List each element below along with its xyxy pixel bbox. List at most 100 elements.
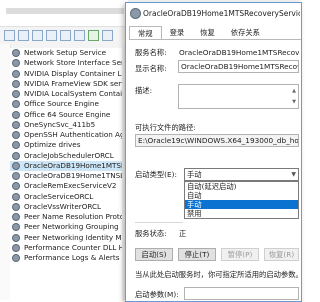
tab-dependencies[interactable]: 依存关系 bbox=[223, 26, 268, 39]
service-properties-dialog: OracleOraDB19Home1MTSRecoveryService 的属性… bbox=[125, 2, 302, 302]
service-name-label: 服务名称: bbox=[135, 48, 167, 57]
start-params-hint: 当从此处启动服务时，你可指定所适用的启动参数。 bbox=[135, 270, 299, 279]
service-name: Network Setup Service bbox=[24, 48, 107, 57]
resume-button[interactable]: 恢复(R) bbox=[264, 248, 299, 261]
list-item[interactable]: NVIDIA Display Container LS bbox=[10, 69, 128, 79]
description-field[interactable]: ▲ ▼ bbox=[178, 84, 299, 109]
service-gear-icon bbox=[12, 161, 20, 170]
service-gear-icon bbox=[12, 151, 20, 160]
service-gear-icon bbox=[12, 213, 20, 222]
list-item[interactable]: Performance Logs & Alerts bbox=[10, 253, 128, 263]
service-status-value: 正 bbox=[179, 229, 187, 238]
services-list: Network Setup Service Network Store Inter… bbox=[10, 48, 128, 300]
start-button[interactable]: 启动(S) bbox=[135, 248, 173, 261]
startup-option-auto-delayed[interactable]: 自动(延迟启动) bbox=[185, 182, 298, 191]
startup-option-manual[interactable]: 手动 bbox=[185, 200, 298, 209]
list-item[interactable]: Network Setup Service bbox=[10, 48, 128, 58]
start-params-field[interactable] bbox=[184, 287, 299, 300]
service-gear-icon bbox=[12, 120, 20, 129]
service-name: OpenSSH Authentication Agent bbox=[24, 130, 128, 139]
list-item[interactable]: Peer Name Resolution Protocol bbox=[10, 212, 128, 222]
service-gear-icon bbox=[12, 172, 20, 181]
service-name: Performance Counter DLL Host bbox=[24, 242, 128, 252]
service-gear-icon bbox=[12, 182, 20, 191]
dialog-tabs: 常规 登录 恢复 依存关系 bbox=[129, 26, 299, 40]
dialog-titlebar[interactable]: OracleOraDB19Home1MTSRecoveryService 的属性… bbox=[126, 3, 301, 24]
list-item[interactable]: OracleOraDB19Home1MTSRecove bbox=[10, 160, 128, 171]
list-item[interactable]: Performance Counter DLL Host bbox=[10, 243, 128, 253]
dialog-title: OracleOraDB19Home1MTSRecoveryService 的属性… bbox=[143, 9, 300, 18]
service-gear-icon bbox=[12, 141, 20, 150]
display-name-field[interactable]: OracleOraDB19Home1MTSRecoverySe bbox=[178, 60, 299, 73]
service-gear-icon bbox=[12, 223, 20, 232]
list-item[interactable]: OracleServiceORCL bbox=[10, 192, 128, 202]
startup-type-combo[interactable]: 手动 ▼ bbox=[184, 168, 299, 181]
service-name: Network Store Interface Service bbox=[24, 58, 128, 68]
service-gear-icon bbox=[12, 110, 20, 119]
service-gear-icon bbox=[12, 243, 20, 252]
start-service-icon[interactable] bbox=[88, 29, 99, 41]
list-item[interactable]: OpenSSH Authentication Agent bbox=[10, 130, 128, 140]
tab-recovery[interactable]: 恢复 bbox=[192, 26, 223, 39]
service-gear-icon bbox=[12, 131, 20, 140]
list-item[interactable]: Optimize drives bbox=[10, 140, 128, 150]
service-name: Office 64 Source Engine bbox=[24, 109, 111, 119]
service-name: OracleJobSchedulerORCL bbox=[24, 150, 114, 160]
refresh-icon[interactable] bbox=[46, 29, 57, 41]
service-name: Performance Logs & Alerts bbox=[24, 253, 120, 262]
exe-path-field[interactable]: E:\Oracle19c\WINDOWS.X64_193000_db_home\… bbox=[135, 134, 299, 147]
menubar-blurred-text bbox=[6, 8, 124, 14]
list-item[interactable]: Peer Networking Identity Manage bbox=[10, 233, 128, 243]
service-gear-icon bbox=[130, 8, 141, 19]
service-gear-icon bbox=[12, 192, 20, 201]
service-name-value: OracleOraDB19Home1MTSRecoveryService bbox=[179, 48, 299, 57]
list-item[interactable]: Office 64 Source Engine bbox=[10, 110, 128, 120]
services-menubar bbox=[0, 0, 128, 27]
list-item[interactable]: OneSyncSvc_411b5 bbox=[10, 120, 128, 130]
service-gear-icon bbox=[12, 90, 20, 99]
startup-option-disabled[interactable]: 禁用 bbox=[185, 209, 298, 218]
up-icon[interactable] bbox=[32, 29, 43, 41]
service-gear-icon bbox=[12, 100, 20, 109]
export-icon[interactable] bbox=[60, 29, 71, 41]
service-gear-icon bbox=[12, 69, 20, 78]
forward-icon[interactable] bbox=[18, 29, 29, 41]
list-item[interactable]: NVIDIA LocalSystem Container bbox=[10, 89, 128, 99]
service-name: OracleServiceORCL bbox=[24, 191, 94, 201]
service-status-label: 服务状态: bbox=[135, 229, 167, 238]
general-tab-panel: 服务名称: OracleOraDB19Home1MTSRecoveryServi… bbox=[129, 39, 301, 302]
tab-logon[interactable]: 登录 bbox=[162, 26, 193, 39]
services-toolbar bbox=[0, 27, 132, 43]
stop-service-icon[interactable] bbox=[102, 29, 113, 41]
service-gear-icon bbox=[12, 233, 20, 242]
startup-option-auto[interactable]: 自动 bbox=[185, 191, 298, 200]
service-name: NVIDIA FrameView SDK service bbox=[24, 78, 128, 88]
exe-path-label: 可执行文件的路径: bbox=[135, 123, 196, 132]
service-name: Peer Name Resolution Protocol bbox=[24, 212, 128, 221]
service-name: OracleOraDB19Home1TNSListene bbox=[24, 171, 128, 180]
list-item[interactable]: Network Store Interface Service bbox=[10, 58, 128, 68]
help-icon[interactable] bbox=[74, 29, 85, 41]
service-name: OracleOraDB19Home1MTSRecove bbox=[24, 160, 128, 170]
service-name: OracleVssWriterORCL bbox=[24, 201, 102, 211]
service-gear-icon bbox=[12, 79, 20, 88]
back-icon[interactable] bbox=[4, 29, 15, 41]
pause-button[interactable]: 暂停(P) bbox=[221, 248, 259, 261]
stop-button[interactable]: 停止(T) bbox=[178, 248, 216, 261]
list-item[interactable]: OracleRemExecServiceV2 bbox=[10, 181, 128, 191]
description-scroll-arrows[interactable]: ▲ ▼ bbox=[291, 86, 297, 108]
list-item[interactable]: NVIDIA FrameView SDK service bbox=[10, 79, 128, 89]
service-name: NVIDIA LocalSystem Container bbox=[24, 89, 128, 98]
list-item[interactable]: Peer Networking Grouping bbox=[10, 222, 128, 232]
separator bbox=[135, 222, 183, 223]
description-label: 描述: bbox=[135, 86, 153, 95]
chevron-down-icon[interactable]: ▼ bbox=[291, 169, 296, 180]
list-item[interactable]: OracleOraDB19Home1TNSListene bbox=[10, 171, 128, 181]
service-name: Peer Networking Identity Manage bbox=[24, 232, 128, 242]
list-item[interactable]: OracleJobSchedulerORCL bbox=[10, 151, 128, 161]
tab-general[interactable]: 常规 bbox=[129, 26, 162, 40]
list-item[interactable]: Office Source Engine bbox=[10, 99, 128, 109]
service-name: NVIDIA Display Container LS bbox=[24, 68, 127, 78]
service-name: Office Source Engine bbox=[24, 99, 99, 109]
list-item[interactable]: OracleVssWriterORCL bbox=[10, 202, 128, 212]
